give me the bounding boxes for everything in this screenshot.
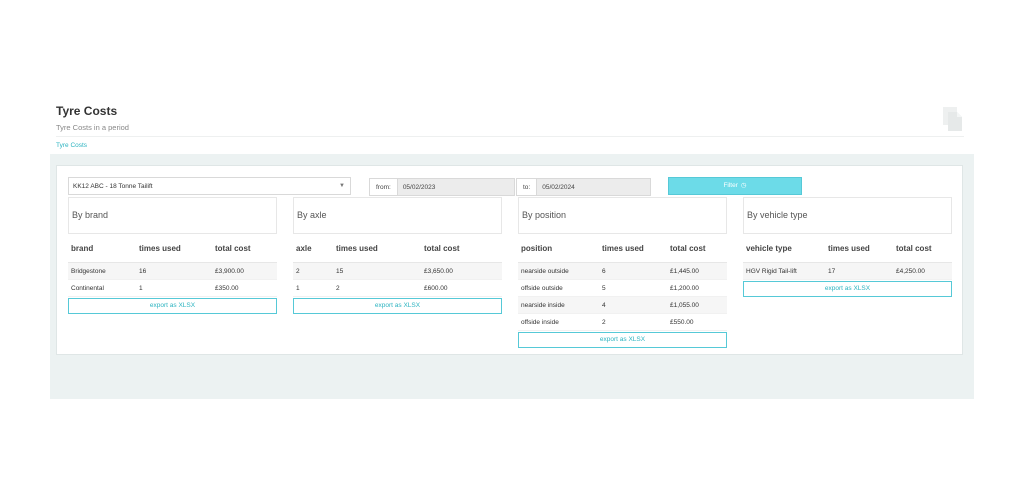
cell-times-used: 5 <box>599 279 667 297</box>
export-xlsx-button[interactable]: export as XLSX <box>68 298 277 314</box>
to-date-group: to: 05/02/2024 <box>516 178 652 196</box>
panel-title: By brand <box>68 197 277 233</box>
cell-total-cost: £1,445.00 <box>667 262 727 280</box>
column-header: times used <box>825 233 893 263</box>
cell-vehicle-type: HGV Rigid Tail-lift <box>743 262 825 280</box>
breadcrumb[interactable]: Tyre Costs <box>56 142 87 149</box>
cell-total-cost: £3,650.00 <box>421 262 502 280</box>
vehicle-select[interactable]: KK12 ABC - 18 Tonne Tailift ▼ <box>68 177 351 195</box>
filter-button[interactable]: Filter ◷ <box>668 177 802 195</box>
page-header: Tyre Costs Tyre Costs in a period <box>56 104 964 132</box>
table-row: Bridgestone 16 £3,900.00 <box>68 262 277 280</box>
export-xlsx-button[interactable]: export as XLSX <box>518 332 727 348</box>
table-row: offside inside 2 £550.00 <box>518 313 727 331</box>
cell-total-cost: £550.00 <box>667 313 727 331</box>
column-header: total cost <box>421 233 502 263</box>
page-title: Tyre Costs <box>56 104 118 118</box>
column-header: times used <box>333 233 421 263</box>
cell-times-used: 16 <box>136 262 212 280</box>
header-divider <box>56 136 964 137</box>
cell-position: offside outside <box>518 279 599 297</box>
panel-by-vehicle-type: By vehicle type vehicle type times used … <box>743 197 952 297</box>
cell-times-used: 6 <box>599 262 667 280</box>
cell-times-used: 2 <box>599 313 667 331</box>
column-header: total cost <box>667 233 727 263</box>
axle-table: axle times used total cost 2 15 £3,650.0… <box>293 233 502 297</box>
document-copy-icon[interactable] <box>942 106 964 132</box>
cell-axle: 2 <box>293 262 333 280</box>
export-xlsx-button[interactable]: export as XLSX <box>293 298 502 314</box>
to-date-input[interactable]: 05/02/2024 <box>537 178 652 196</box>
table-row: 2 15 £3,650.00 <box>293 262 502 280</box>
vehicle-type-table: vehicle type times used total cost HGV R… <box>743 233 952 280</box>
cell-times-used: 15 <box>333 262 421 280</box>
column-header: times used <box>599 233 667 263</box>
cell-times-used: 2 <box>333 279 421 297</box>
column-header: total cost <box>212 233 277 263</box>
cell-times-used: 17 <box>825 262 893 280</box>
chevron-down-icon: ▼ <box>339 183 345 189</box>
table-row: HGV Rigid Tail-lift 17 £4,250.00 <box>743 262 952 280</box>
clock-icon: ◷ <box>740 182 747 189</box>
column-header: position <box>518 233 599 263</box>
cell-total-cost: £3,900.00 <box>212 262 277 280</box>
cell-position: nearside outside <box>518 262 599 280</box>
panel-title: By vehicle type <box>743 197 952 233</box>
cell-total-cost: £1,055.00 <box>667 296 727 314</box>
to-label: to: <box>516 178 538 196</box>
cell-total-cost: £4,250.00 <box>893 262 952 280</box>
table-row: offside outside 5 £1,200.00 <box>518 279 727 297</box>
cell-brand: Bridgestone <box>68 262 136 280</box>
column-header: total cost <box>893 233 952 263</box>
cell-position: offside inside <box>518 313 599 331</box>
panel-title: By position <box>518 197 727 233</box>
cell-position: nearside inside <box>518 296 599 314</box>
table-row: 1 2 £600.00 <box>293 279 502 297</box>
column-header: times used <box>136 233 212 263</box>
table-row: Continental 1 £350.00 <box>68 279 277 297</box>
panel-by-axle: By axle axle times used total cost 2 15 … <box>293 197 502 314</box>
cell-brand: Continental <box>68 279 136 297</box>
export-xlsx-button[interactable]: export as XLSX <box>743 281 952 297</box>
from-date-input[interactable]: 05/02/2023 <box>397 178 515 196</box>
from-date-group: from: 05/02/2023 <box>369 178 515 196</box>
cell-total-cost: £1,200.00 <box>667 279 727 297</box>
table-row: nearside inside 4 £1,055.00 <box>518 296 727 314</box>
cell-axle: 1 <box>293 279 333 297</box>
filter-button-label: Filter <box>723 182 738 189</box>
cell-times-used: 4 <box>599 296 667 314</box>
panel-by-position: By position position times used total co… <box>518 197 727 348</box>
cell-times-used: 1 <box>136 279 212 297</box>
cell-total-cost: £600.00 <box>421 279 502 297</box>
column-header: axle <box>293 233 333 263</box>
position-table: position times used total cost nearside … <box>518 233 727 331</box>
table-row: nearside outside 6 £1,445.00 <box>518 262 727 280</box>
panel-by-brand: By brand brand times used total cost Bri… <box>68 197 277 314</box>
vehicle-select-value: KK12 ABC - 18 Tonne Tailift <box>73 183 153 190</box>
panel-title: By axle <box>293 197 502 233</box>
column-header: vehicle type <box>743 233 825 263</box>
cell-total-cost: £350.00 <box>212 279 277 297</box>
page-subtitle: Tyre Costs in a period <box>56 123 129 132</box>
from-label: from: <box>369 178 398 196</box>
column-header: brand <box>68 233 136 263</box>
brand-table: brand times used total cost Bridgestone … <box>68 233 277 297</box>
